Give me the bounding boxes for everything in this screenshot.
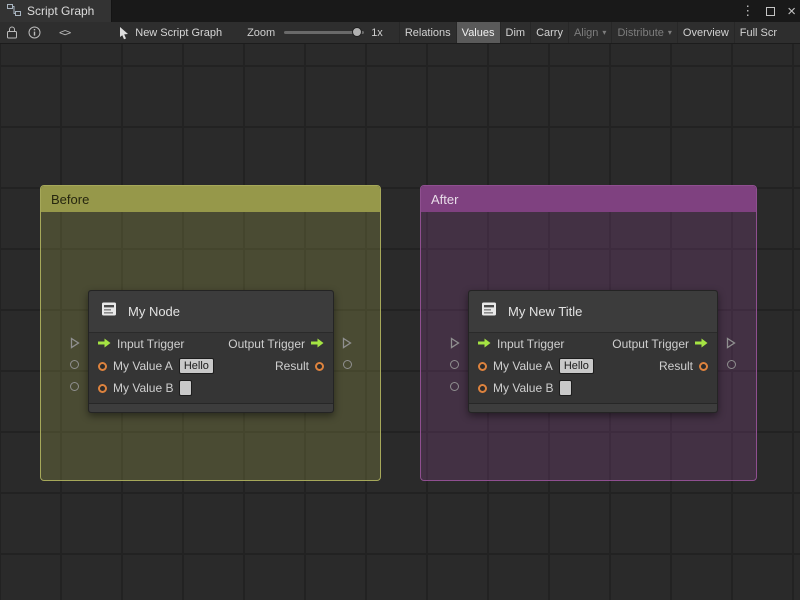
zoom-label: Zoom (247, 26, 276, 39)
value-a-label: My Value A (113, 359, 173, 373)
toolbar-button-group: Relations Values Dim Carry Align ▾ Distr… (398, 22, 782, 43)
value-b-port[interactable] (450, 382, 459, 391)
node-footer (89, 403, 333, 412)
trigger-row: Input Trigger Output Trigger (89, 333, 333, 355)
node-footer (469, 403, 717, 412)
input-trigger-label: Input Trigger (117, 337, 185, 351)
trigger-row: Input Trigger Output Trigger (469, 333, 717, 355)
output-trigger-label: Output Trigger (228, 337, 305, 351)
node-my-new-title[interactable]: My New Title Input Trigger Output Trigge… (468, 290, 718, 413)
input-trigger-port[interactable] (70, 337, 80, 349)
align-dropdown[interactable]: Align ▾ (567, 22, 611, 43)
value-a-input[interactable]: Hello (558, 358, 594, 374)
node-header[interactable]: My New Title (469, 291, 717, 333)
node-my-new-title-wrap: My New Title Input Trigger Output Trigge… (450, 290, 736, 413)
node-title: My Node (128, 304, 181, 319)
group-after-header[interactable]: After (421, 186, 756, 212)
result-port[interactable] (727, 360, 736, 369)
result-label: Result (274, 359, 309, 373)
graph-name-label: New Script Graph (135, 26, 223, 39)
value-a-label: My Value A (493, 359, 553, 373)
value-b-label: My Value B (113, 381, 174, 395)
zoom-slider-knob[interactable] (352, 27, 363, 37)
value-b-row: My Value B (89, 377, 333, 399)
node-title: My New Title (508, 304, 583, 319)
node-my-node-wrap: My Node Input Trigger Output Trigger My … (70, 290, 352, 413)
pointer-icon (118, 26, 130, 40)
code-icon[interactable]: <> (59, 26, 71, 39)
group-after-title: After (431, 191, 459, 207)
result-label: Result (658, 359, 693, 373)
chevron-down-icon: ▾ (667, 28, 672, 37)
value-port-icon (478, 383, 487, 393)
maximize-icon[interactable] (766, 6, 776, 16)
zoom-value: 1x (371, 26, 383, 39)
relations-button[interactable]: Relations (398, 22, 456, 43)
unit-icon (99, 299, 119, 324)
output-trigger-port[interactable] (726, 337, 736, 349)
trigger-out-arrow-icon (311, 337, 324, 351)
value-b-input[interactable] (559, 380, 573, 396)
value-a-port[interactable] (450, 360, 459, 369)
value-b-row: My Value B (469, 377, 717, 399)
window-menu-icon[interactable]: ⋮ (741, 3, 754, 19)
trigger-in-arrow-icon (98, 337, 111, 351)
distribute-dropdown[interactable]: Distribute ▾ (611, 22, 676, 43)
value-a-row: My Value A Hello Result (89, 355, 333, 377)
result-port[interactable] (343, 360, 352, 369)
value-b-port[interactable] (70, 382, 79, 391)
chevron-down-icon: ▾ (602, 28, 607, 37)
unit-icon (479, 299, 499, 324)
distribute-label: Distribute (617, 26, 664, 39)
close-icon[interactable]: × (787, 3, 796, 20)
trigger-out-arrow-icon (695, 337, 708, 351)
group-before-title: Before (51, 191, 90, 207)
group-before-header[interactable]: Before (41, 186, 380, 212)
value-a-input[interactable]: Hello (178, 358, 214, 374)
graph-toolbar: <> New Script Graph Zoom 1x Relations Va… (0, 22, 800, 44)
info-icon[interactable] (28, 26, 41, 39)
overview-button[interactable]: Overview (676, 22, 734, 43)
value-port-icon (315, 361, 324, 371)
tab-script-graph[interactable]: Script Graph (0, 0, 112, 22)
dim-button[interactable]: Dim (499, 22, 531, 43)
lock-icon[interactable] (6, 26, 18, 39)
value-a-port[interactable] (70, 360, 79, 369)
tab-title: Script Graph (27, 4, 95, 18)
window-titlebar: Script Graph ⋮ × (0, 0, 800, 22)
value-b-input[interactable] (179, 380, 193, 396)
output-trigger-port[interactable] (342, 337, 352, 349)
script-graph-icon (7, 3, 21, 19)
graph-canvas[interactable]: Before After My Node Input Trigger Outpu… (0, 44, 800, 600)
node-header[interactable]: My Node (89, 291, 333, 333)
value-port-icon (478, 361, 487, 371)
value-a-row: My Value A Hello Result (469, 355, 717, 377)
align-label: Align (573, 26, 599, 39)
trigger-in-arrow-icon (478, 337, 491, 351)
fullscreen-button[interactable]: Full Scr (733, 22, 782, 43)
output-trigger-label: Output Trigger (612, 337, 689, 351)
value-b-label: My Value B (493, 381, 554, 395)
values-button[interactable]: Values (455, 22, 500, 43)
value-port-icon (699, 361, 708, 371)
input-trigger-label: Input Trigger (497, 337, 565, 351)
carry-button[interactable]: Carry (530, 22, 568, 43)
input-trigger-port[interactable] (450, 337, 460, 349)
zoom-slider[interactable] (284, 27, 365, 37)
value-port-icon (98, 361, 107, 371)
node-my-node[interactable]: My Node Input Trigger Output Trigger My … (88, 290, 334, 413)
value-port-icon (98, 383, 107, 393)
